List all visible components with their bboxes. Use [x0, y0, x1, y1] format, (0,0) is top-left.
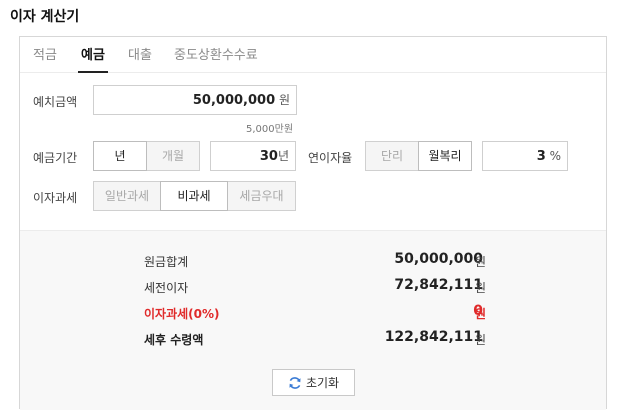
- annual-rate-value: 3: [536, 149, 546, 164]
- deposit-amount-input[interactable]: 50,000,000 원: [93, 85, 297, 115]
- page-title: 이자 계산기: [10, 9, 80, 25]
- principal-total-unit: 원: [475, 255, 487, 269]
- period-unit-month[interactable]: 개월: [146, 141, 200, 171]
- after-tax-amount-unit: 원: [475, 333, 487, 347]
- annual-rate-label: 연이자율: [308, 151, 353, 165]
- period-unit-year[interactable]: 년: [93, 141, 147, 171]
- deposit-amount-unit: 원: [278, 93, 290, 107]
- period-value-unit: 년: [277, 149, 289, 163]
- tab-savings[interactable]: 적금: [33, 44, 57, 63]
- interest-tax-result-unit: 원: [475, 307, 487, 321]
- tab-loan[interactable]: 대출: [128, 44, 152, 63]
- principal-total-label: 원금합계: [144, 255, 189, 269]
- refresh-icon: [289, 376, 301, 389]
- period-input[interactable]: 30년: [210, 141, 296, 171]
- calculator-card: 적금 예금 대출 중도상환수수료 예치금액 50,000,000 원 5,000…: [19, 36, 607, 410]
- pretax-interest-unit: 원: [475, 281, 487, 295]
- reset-button-label: 초기화: [305, 376, 340, 390]
- period-value: 30: [259, 149, 278, 164]
- reset-button[interactable]: 초기화: [272, 369, 355, 396]
- deposit-period-label: 예금기간: [33, 151, 78, 165]
- deposit-amount-hint: 5,000만원: [246, 124, 294, 135]
- after-tax-amount-value: 122,842,111: [384, 329, 483, 345]
- principal-total-value: 50,000,000: [394, 251, 483, 267]
- tax-option-preferential[interactable]: 세금우대: [227, 181, 296, 211]
- pretax-interest-label: 세전이자: [144, 281, 189, 295]
- tab-deposit[interactable]: 예금: [78, 44, 108, 73]
- results-panel: 원금합계 50,000,000 원 세전이자 72,842,111 원 이자과세…: [20, 230, 606, 410]
- deposit-amount-label: 예치금액: [33, 95, 78, 109]
- annual-rate-input[interactable]: 3 %: [482, 141, 568, 171]
- rate-type-simple[interactable]: 단리: [365, 141, 419, 171]
- interest-tax-result-label: 이자과세(0%): [144, 307, 220, 321]
- deposit-amount-value: 50,000,000: [192, 93, 276, 108]
- annual-rate-unit: %: [549, 149, 561, 163]
- tax-option-general[interactable]: 일반과세: [93, 181, 161, 211]
- after-tax-amount-label: 세후 수령액: [144, 333, 204, 347]
- interest-tax-label: 이자과세: [33, 191, 78, 205]
- tab-bar: 적금 예금 대출 중도상환수수료: [20, 37, 606, 73]
- pretax-interest-value: 72,842,111: [394, 277, 483, 293]
- tab-prepayment-fee[interactable]: 중도상환수수료: [174, 44, 258, 63]
- tax-option-exempt[interactable]: 비과세: [160, 181, 228, 211]
- rate-type-monthly-compound[interactable]: 월복리: [418, 141, 472, 171]
